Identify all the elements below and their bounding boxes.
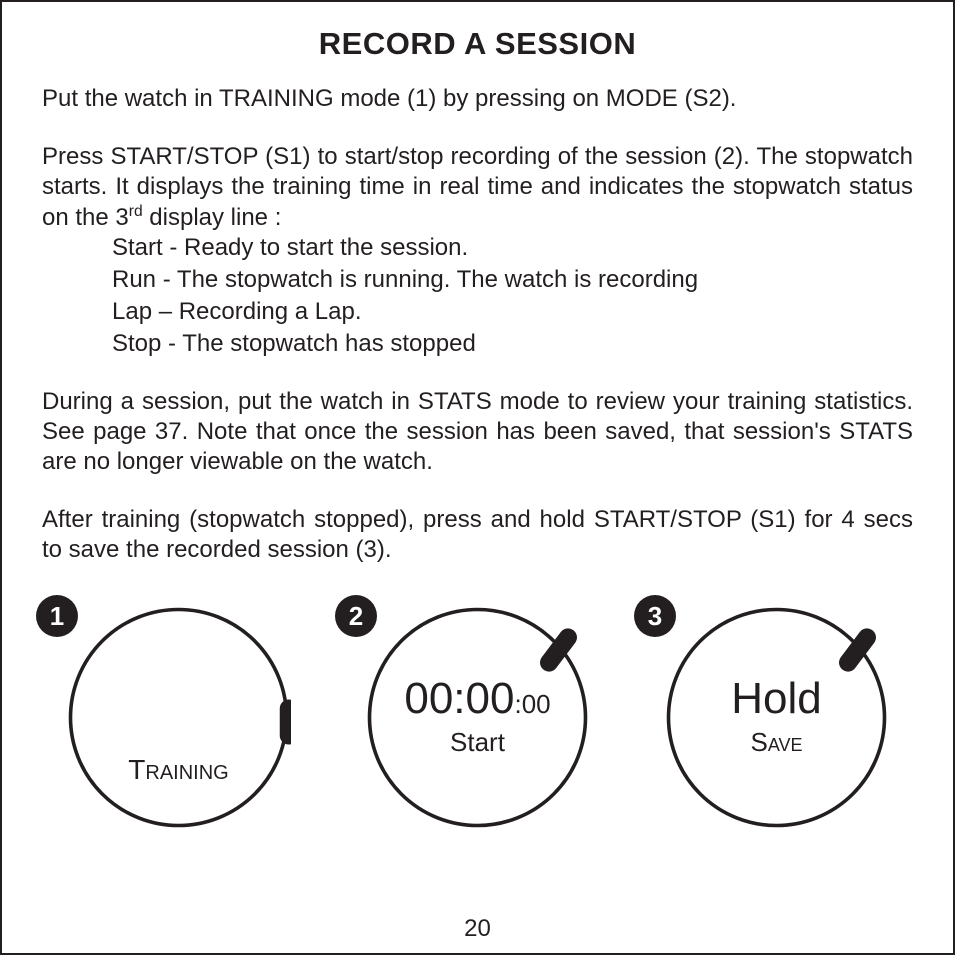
dial-1-wrap: 1 Training bbox=[46, 605, 311, 835]
dial-2-time-main: 00:00 bbox=[404, 674, 514, 723]
paragraph-2b: display line : bbox=[143, 204, 282, 231]
manual-page: RECORD A SESSION Put the watch in TRAINI… bbox=[0, 0, 955, 955]
dial-1-content: Training bbox=[66, 605, 291, 830]
paragraph-4: After training (stopwatch stopped), pres… bbox=[42, 505, 913, 565]
dial-3-content: Hold Save bbox=[664, 605, 889, 830]
page-title: RECORD A SESSION bbox=[42, 26, 913, 62]
dial-2-time: 00:00:00 bbox=[404, 677, 550, 721]
dial-1-label: Training bbox=[128, 754, 228, 786]
status-start: Start - Ready to start the session. bbox=[112, 233, 913, 263]
dial-3-wrap: 3 Hold Save bbox=[644, 605, 909, 835]
status-stop: Stop - The stopwatch has stopped bbox=[112, 329, 913, 359]
dial-3: Hold Save bbox=[664, 605, 889, 830]
dial-2-wrap: 2 00:00:00 Start bbox=[345, 605, 610, 835]
body-text: Put the watch in TRAINING mode (1) by pr… bbox=[42, 84, 913, 565]
status-run: Run - The stopwatch is running. The watc… bbox=[112, 265, 913, 295]
paragraph-1: Put the watch in TRAINING mode (1) by pr… bbox=[42, 84, 913, 114]
status-lap: Lap – Recording a Lap. bbox=[112, 297, 913, 327]
dial-2-time-sec: :00 bbox=[514, 689, 550, 719]
dial-1: Training bbox=[66, 605, 291, 830]
dial-3-label: Save bbox=[750, 727, 802, 758]
page-number: 20 bbox=[2, 915, 953, 943]
ordinal-sup: rd bbox=[129, 203, 143, 220]
dial-3-main: Hold bbox=[731, 677, 822, 721]
status-list: Start - Ready to start the session. Run … bbox=[42, 233, 913, 359]
paragraph-2: Press START/STOP (S1) to start/stop reco… bbox=[42, 142, 913, 233]
dial-2: 00:00:00 Start bbox=[365, 605, 590, 830]
dial-2-content: 00:00:00 Start bbox=[365, 605, 590, 830]
paragraph-3: During a session, put the watch in STATS… bbox=[42, 387, 913, 477]
dial-2-label: Start bbox=[450, 727, 505, 758]
diagram-row: 1 Training 2 00:0 bbox=[42, 605, 913, 835]
